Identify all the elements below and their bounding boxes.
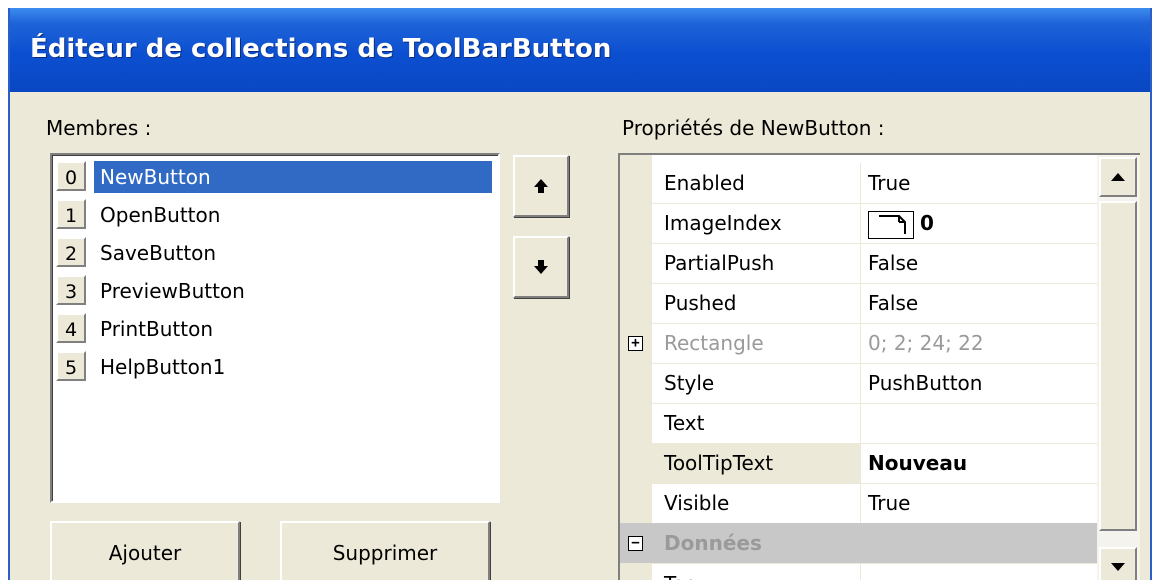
column-separator bbox=[860, 323, 861, 363]
property-row-enabled[interactable]: Enabled True bbox=[652, 163, 1097, 204]
member-name: OpenButton bbox=[100, 203, 221, 227]
property-name: Style bbox=[664, 371, 715, 395]
property-row-rectangle[interactable]: Rectangle 0; 2; 24; 22 bbox=[652, 323, 1097, 364]
member-item[interactable]: 0 NewButton bbox=[56, 159, 496, 195]
property-grid-gutter bbox=[620, 155, 652, 580]
property-value[interactable]: False bbox=[868, 283, 918, 323]
column-separator bbox=[860, 564, 861, 580]
member-index: 0 bbox=[56, 161, 86, 191]
column-separator bbox=[860, 243, 861, 283]
property-row-tooltiptext[interactable]: ToolTipText Nouveau bbox=[652, 443, 1097, 484]
member-item[interactable]: 5 HelpButton1 bbox=[56, 349, 496, 385]
member-index: 4 bbox=[56, 313, 86, 343]
member-item[interactable]: 2 SaveButton bbox=[56, 235, 496, 271]
move-down-button[interactable] bbox=[513, 236, 569, 298]
window-title: Éditeur de collections de ToolBarButton bbox=[30, 34, 612, 64]
property-row-partialpush[interactable]: PartialPush False bbox=[652, 243, 1097, 284]
property-name: Enabled bbox=[664, 171, 745, 195]
image-preview-icon bbox=[868, 211, 914, 239]
members-label: Membres : bbox=[46, 116, 152, 140]
property-value[interactable]: Nouveau bbox=[868, 443, 967, 483]
collapse-minus-icon[interactable]: − bbox=[628, 536, 643, 551]
property-name: Tag bbox=[664, 564, 698, 580]
member-name: PrintButton bbox=[100, 317, 213, 341]
member-name: PreviewButton bbox=[100, 279, 245, 303]
property-name: Rectangle bbox=[664, 331, 764, 355]
property-grid[interactable]: Enabled True ImageIndex 0 PartialPush Fa… bbox=[618, 153, 1140, 580]
properties-label: Propriétés de NewButton : bbox=[622, 116, 885, 140]
property-row-pushed[interactable]: Pushed False bbox=[652, 283, 1097, 324]
property-row-text[interactable]: Text bbox=[652, 403, 1097, 444]
members-list[interactable]: 0 NewButton 1 OpenButton 2 SaveButton 3 … bbox=[50, 153, 500, 503]
member-index: 3 bbox=[56, 275, 86, 305]
property-row-visible[interactable]: Visible True bbox=[652, 483, 1097, 524]
property-name: PartialPush bbox=[664, 251, 775, 275]
member-index: 1 bbox=[56, 199, 86, 229]
property-name: Text bbox=[664, 411, 705, 435]
add-button[interactable]: Ajouter bbox=[50, 521, 240, 580]
property-row-imageindex[interactable]: ImageIndex 0 bbox=[652, 203, 1097, 244]
property-row-style[interactable]: Style PushButton bbox=[652, 363, 1097, 404]
property-name: Pushed bbox=[664, 291, 737, 315]
category-row-donnees[interactable]: Données bbox=[620, 523, 1097, 564]
member-index: 2 bbox=[56, 237, 86, 267]
property-value[interactable]: True bbox=[868, 483, 910, 523]
column-separator bbox=[860, 203, 861, 243]
column-separator bbox=[860, 363, 861, 403]
property-value: 0; 2; 24; 22 bbox=[868, 331, 984, 355]
column-separator bbox=[860, 403, 861, 443]
column-separator bbox=[860, 443, 861, 483]
category-name: Données bbox=[664, 531, 762, 555]
column-separator bbox=[860, 163, 861, 203]
scroll-down-button[interactable] bbox=[1099, 547, 1137, 580]
column-separator bbox=[860, 283, 861, 323]
member-name: HelpButton1 bbox=[100, 355, 226, 379]
scrollbar-thumb[interactable] bbox=[1099, 201, 1137, 531]
property-value[interactable]: False bbox=[868, 243, 918, 283]
property-row-tag[interactable]: Tag bbox=[652, 564, 1097, 580]
arrow-down-icon bbox=[534, 260, 548, 274]
member-index: 5 bbox=[56, 351, 86, 381]
property-name: ImageIndex bbox=[664, 211, 782, 235]
property-name: ToolTipText bbox=[652, 443, 860, 483]
property-value[interactable]: True bbox=[868, 163, 910, 203]
member-item[interactable]: 1 OpenButton bbox=[56, 197, 496, 233]
property-name: Visible bbox=[664, 491, 730, 515]
property-value[interactable]: PushButton bbox=[868, 363, 982, 403]
member-name: SaveButton bbox=[100, 241, 217, 265]
scroll-up-arrow-icon bbox=[1111, 173, 1125, 181]
member-item[interactable]: 4 PrintButton bbox=[56, 311, 496, 347]
column-separator bbox=[860, 483, 861, 523]
arrow-up-icon bbox=[534, 179, 548, 193]
vertical-scrollbar[interactable] bbox=[1097, 155, 1140, 580]
property-value[interactable]: 0 bbox=[920, 203, 934, 243]
expand-plus-icon[interactable]: + bbox=[628, 336, 643, 351]
collection-editor-window: Éditeur de collections de ToolBarButton … bbox=[8, 8, 1152, 580]
member-name: NewButton bbox=[94, 161, 492, 193]
scroll-down-arrow-icon bbox=[1111, 563, 1125, 571]
scroll-up-button[interactable] bbox=[1099, 157, 1137, 197]
title-bar[interactable]: Éditeur de collections de ToolBarButton bbox=[10, 8, 1150, 92]
move-up-button[interactable] bbox=[513, 155, 569, 217]
remove-button[interactable]: Supprimer bbox=[280, 521, 490, 580]
member-item[interactable]: 3 PreviewButton bbox=[56, 273, 496, 309]
